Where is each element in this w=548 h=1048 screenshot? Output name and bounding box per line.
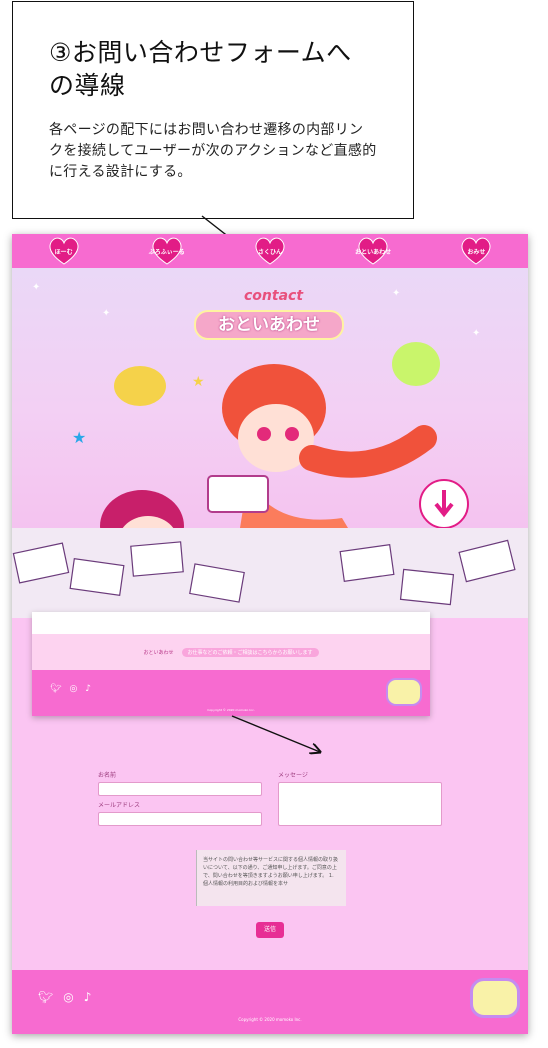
instagram-icon[interactable]: ◎ [63,990,73,1004]
contact-link-button[interactable]: お仕事などのご依頼・ご相談はこちらからお願いします [181,647,319,657]
nav-item-profile[interactable]: ぷろふぃーる [148,236,185,266]
email-label: メールアドレス [98,802,141,809]
mascot-logo [386,678,422,706]
site-footer: 🐦︎ ◎ ♪ Copyright © 2020 momoko Inc. [12,970,528,1034]
footer-copyright: Copyright © 2020 momoko Inc. [238,1017,302,1022]
contact-link-label[interactable]: おといあわせ [143,649,173,656]
instagram-icon[interactable]: ◎ [69,684,77,694]
nav-item-works[interactable]: さくひん [253,236,287,266]
nav-item-label: おといあわせ [355,248,392,256]
tiktok-icon[interactable]: ♪ [84,990,92,1004]
email-input[interactable] [98,812,262,826]
nav-item-contact[interactable]: おといあわせ [355,236,392,266]
envelope-pile [12,528,528,618]
contact-page-mock: ほーむ ぷろふぃーる さくひん おといあわせ おみせ ✦ ✦ ✦ ✦ ★ ★ c… [12,234,528,1034]
mini-footer-preview: おといあわせ お仕事などのご依頼・ご相談はこちらからお願いします 🐦︎ ◎ ♪ … [32,612,430,716]
nav-item-label: ほーむ [54,248,73,256]
nav-item-shop[interactable]: おみせ [459,236,493,266]
privacy-policy-box[interactable]: 当サイトの問い合わせ等サービスに関する個人情報の取り扱いについて、以下の通り、ご… [196,850,346,906]
twitter-icon[interactable]: 🐦︎ [38,990,53,1004]
leader-arrow-bottom [231,715,338,772]
submit-button[interactable]: 送信 [256,922,284,938]
tiktok-icon[interactable]: ♪ [85,684,91,694]
name-label: お名前 [98,772,117,779]
annotation-title: ③お問い合わせフォームへの導線 [49,38,352,100]
nav-item-label: さくひん [257,248,282,256]
mascot-logo [470,978,520,1018]
nav-item-label: ぷろふぃーる [148,248,185,256]
nav-item-label: おみせ [467,248,486,256]
contact-link-strip: おといあわせ お仕事などのご依頼・ご相談はこちらからお願いします [32,634,430,670]
message-textarea[interactable] [278,782,442,826]
nav-item-home[interactable]: ほーむ [47,236,81,266]
mini-footer-bar: 🐦︎ ◎ ♪ Copyright © 2020 momoko Inc. [32,670,430,716]
global-nav: ほーむ ぷろふぃーる さくひん おといあわせ おみせ [12,234,528,268]
twitter-icon[interactable]: 🐦︎ [50,684,61,694]
hero-illustration: ✦ ✦ ✦ ✦ ★ ★ contact おといあわせ [12,268,528,618]
annotation-body: 各ページの配下にはお問い合わせ遷移の内部リンクを接続してユーザーが次のアクション… [49,122,377,180]
name-input[interactable] [98,782,262,796]
annotation-box: ③お問い合わせフォームへの導線 各ページの配下にはお問い合わせ遷移の内部リンクを… [12,1,414,219]
